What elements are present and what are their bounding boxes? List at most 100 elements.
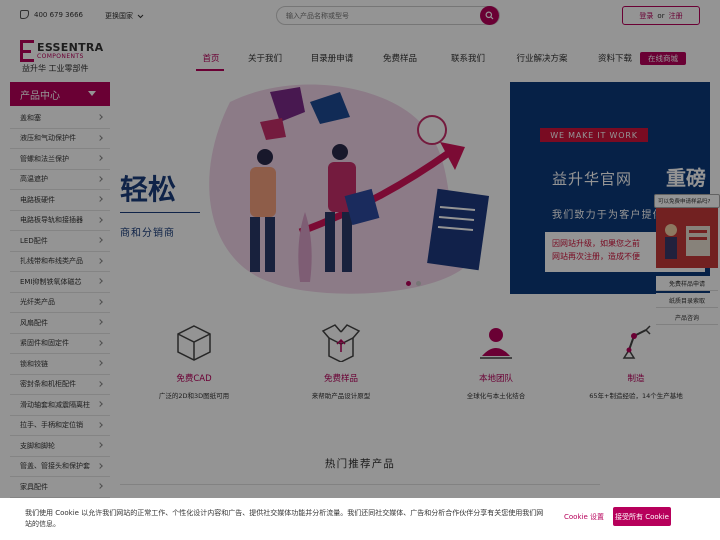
banner-left-subtitle: 商和分销商 [120,228,175,239]
banner-left-title: 轻松 [120,173,177,206]
or-label: or [657,11,665,20]
banner-left-divider [120,212,200,213]
sidebar-item-cable-ties[interactable]: 扎线带和布线类产品 [10,251,110,272]
chevron-right-icon [97,114,103,120]
banner-subtitle: 我们致力于为客户提供 [552,210,664,221]
feature-desc: 广泛的2D和3D图纸可用 [158,392,230,400]
sidebar-item-thread-flange[interactable]: 管螺和法兰保护 [10,149,110,170]
sidebar-item-label: 电路板硬件 [20,195,55,204]
sidebar-item-label: 滑动轴套和减震隔离柱 [20,400,90,409]
sidebar-item-tube-caps[interactable]: 管盖、管接头和保护套 [10,456,110,477]
robot-arm-icon [622,325,651,359]
hot-products-title: 热门推荐产品 [324,458,396,470]
banner-notice-line-1: 因网站升级，如果您之前 [552,239,640,248]
cookie-consent-bar: 我们使用 Cookie 以允许我们网站的正常工作、个性化设计内容和广告、提供社交… [0,498,720,540]
sidebar-item-fiber[interactable]: 光纤类产品 [10,292,110,313]
chevron-right-icon [97,462,103,469]
sidebar-item-label: 锁和铰链 [20,359,48,368]
sidebar-item-handles[interactable]: 拉手、手柄和定位销 [10,415,110,436]
nav-item-about[interactable]: 关于我们 [232,52,298,64]
country-selector[interactable]: 更换国家 [105,11,144,21]
feature-title: 制造 [627,374,645,384]
nav-item-samples[interactable]: 免费样品 [366,52,434,64]
sidebar-item-label: LED配件 [20,236,48,245]
accept-all-cookies-button[interactable]: 接受所有 Cookie [613,507,671,526]
product-category-list: 盖和塞 液压和气动保护件 管螺和法兰保护 高温遮护 电路板硬件 电路板导轨和接插… [10,108,110,498]
sidebar-item-label: 盖和塞 [20,113,41,122]
chevron-right-icon [97,380,103,387]
open-box-icon [321,324,361,363]
feature-desc: 全球化与本土化结合 [466,392,526,400]
chevron-right-icon [97,483,103,489]
feature-local-team[interactable]: 本地团队 全球化与本土化结合 [441,322,551,400]
main-nav: 首页 关于我们 目录册申请 免费样品 联系我们 行业解决方案 资料下载 [190,52,648,64]
chevron-right-icon [97,442,103,448]
chevron-right-icon [97,134,103,141]
nav-item-solutions[interactable]: 行业解决方案 [502,52,582,64]
search-button[interactable] [480,6,499,25]
sidebar-item-emi[interactable]: EMI抑制铁氧体磁芯 [10,272,110,293]
sidebar-item-hydraulic[interactable]: 液压和气动保护件 [10,128,110,149]
sidebar-item-caps-plugs[interactable]: 盖和塞 [10,108,110,129]
product-center-header[interactable]: 产品中心 [10,82,110,106]
chevron-right-icon [97,360,103,366]
phone-number: 400 679 3666 [34,10,83,19]
logo-subtitle: COMPONENTS [37,53,84,60]
floating-sample-image[interactable] [656,208,718,268]
hero-banner[interactable]: 轻松 商和分销商 WE MAKE IT WORK 益升华官网 重磅 我们致力于为… [120,82,710,294]
float-link-catalog[interactable]: 纸质目录索取 [656,293,718,308]
sidebar-item-feet-castors[interactable]: 支脚和脚轮 [10,436,110,457]
feature-desc: 来帮助产品设计原型 [311,392,371,400]
float-link-free-sample[interactable]: 免费样品申请 [656,276,718,291]
sidebar-item-high-temp[interactable]: 高温遮护 [10,169,110,190]
chevron-right-icon [97,319,103,325]
floating-service-widget: 可以免费申请样品吗? 免费样品申请 纸质目录索取 产品咨询 [654,194,720,325]
chevron-right-icon [97,421,103,428]
phone-icon [20,10,29,19]
caret-down-icon [88,91,96,96]
product-sample-illustration [656,208,718,268]
search-input[interactable] [286,10,476,22]
register-link[interactable]: 注册 [669,11,683,21]
banner-title-bold: 重磅 [666,166,706,190]
feature-desc: 65年+制造经验，14个生产基地 [589,392,683,400]
carousel-dot[interactable] [416,281,421,286]
cookie-settings-link[interactable]: Cookie 设置 [564,512,604,522]
sidebar-item-pcb-guides[interactable]: 电路板导轨和接插器 [10,210,110,231]
carousel-dot[interactable] [406,281,411,286]
feature-manufacturing[interactable]: 制造 65年+制造经验，14个生产基地 [581,322,691,400]
nav-item-catalog[interactable]: 目录册申请 [298,52,366,64]
search-icon [485,11,494,20]
chevron-right-icon [97,257,103,264]
sidebar-item-label: 密封条和机柜配件 [20,380,76,389]
sidebar-item-fan[interactable]: 风扇配件 [10,313,110,334]
feature-free-cad[interactable]: 免费CAD 广泛的2D和3D图纸可用 [139,322,249,400]
banner-illustration [209,84,490,294]
logo-mark-icon [20,40,34,62]
online-shop-button[interactable]: 在线商城 [640,52,686,65]
sidebar-item-pcb-hardware[interactable]: 电路板硬件 [10,190,110,211]
feature-free-samples[interactable]: 免费样品 来帮助产品设计原型 [286,322,396,400]
sidebar-item-label: 紧固件和固定件 [20,339,69,348]
sidebar-item-seals[interactable]: 密封条和机柜配件 [10,374,110,395]
banner-slide-left: 轻松 商和分销商 [120,82,510,294]
sidebar-item-led[interactable]: LED配件 [10,231,110,252]
sidebar-item-locks-hinges[interactable]: 锁和铰链 [10,354,110,375]
sidebar-item-bushings[interactable]: 滑动轴套和减震隔离柱 [10,395,110,416]
sidebar-item-label: 液压和气动保护件 [20,134,76,143]
chevron-right-icon [97,278,103,284]
login-link[interactable]: 登录 [639,11,653,21]
phone-contact[interactable]: 400 679 3666 [20,10,83,19]
nav-item-home[interactable]: 首页 [190,52,232,64]
nav-item-downloads[interactable]: 资料下载 [582,52,648,64]
sidebar-item-label: 管螺和法兰保护 [20,154,69,163]
sidebar-item-label: 风扇配件 [20,318,48,327]
feature-title: 免费CAD [176,374,212,384]
sidebar-item-label: EMI抑制铁氧体磁芯 [20,277,82,286]
sidebar-item-furniture[interactable]: 家具配件 [10,477,110,498]
logo[interactable]: ESSENTRA COMPONENTS 益升华 工业零部件 [20,40,110,74]
nav-item-contact[interactable]: 联系我们 [434,52,502,64]
chevron-right-icon [97,339,103,346]
sidebar-item-label: 支脚和脚轮 [20,441,55,450]
sidebar-item-fasteners[interactable]: 紧固件和固定件 [10,333,110,354]
